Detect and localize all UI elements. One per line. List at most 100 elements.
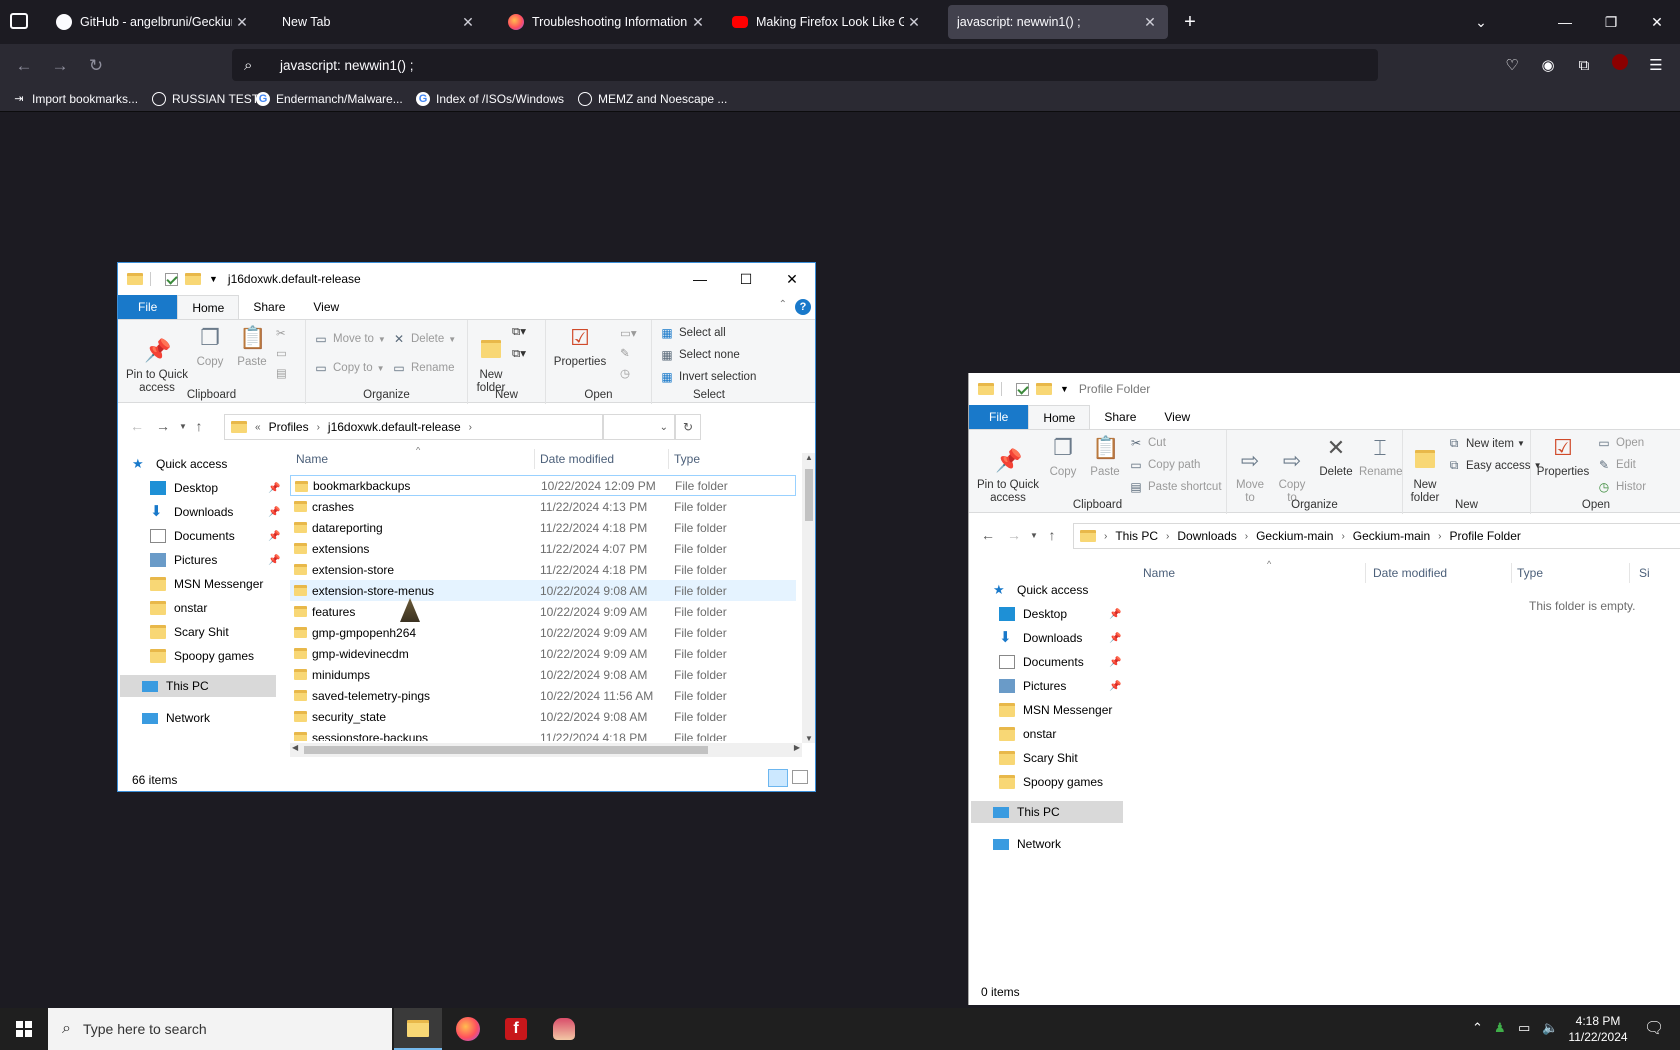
back-icon[interactable]: ← <box>979 527 997 543</box>
taskbar-search-box[interactable]: ⌕ Type here to search <box>48 1008 392 1050</box>
paste-shortcut-button[interactable]: ▤ Paste shortcut <box>1129 480 1221 494</box>
nav-pictures[interactable]: Pictures 📌 <box>999 675 1125 697</box>
bookmark-memz[interactable]: MEMZ and Noescape ... <box>578 90 727 108</box>
cut-button[interactable]: ✂ Cut <box>1129 436 1166 450</box>
new-folder-button[interactable]: New folder <box>474 324 508 395</box>
breadcrumb-profiles[interactable]: Profiles <box>269 420 309 434</box>
close-icon[interactable]: ✕ <box>232 14 252 31</box>
notifications-icon[interactable]: 🗨 <box>1644 1018 1664 1038</box>
cut-icon[interactable]: ✂ <box>276 326 286 340</box>
nav-desktop[interactable]: Desktop 📌 <box>999 603 1125 625</box>
nav-quick-access[interactable]: ★ Quick access <box>993 579 1088 601</box>
tab-github[interactable]: GitHub - angelbruni/Geckium: ✕ <box>46 5 260 39</box>
tab-share[interactable]: Share <box>1090 405 1150 429</box>
file-row[interactable]: bookmarkbackups 10/22/2024 12:09 PM File f… <box>290 475 796 496</box>
move-to-button[interactable]: ⇨ Move to <box>1231 434 1269 505</box>
volume-icon[interactable]: 🔈 <box>1542 1020 1558 1036</box>
rename-button[interactable]: ▭ Rename <box>392 361 454 375</box>
tab-troubleshooting[interactable]: Troubleshooting Information ✕ <box>498 5 716 39</box>
history-button[interactable]: ◷ Histor <box>1597 480 1646 494</box>
delete-button[interactable]: ✕ Delete ▼ <box>392 332 456 346</box>
nav-network[interactable]: Network <box>142 707 210 729</box>
list-all-tabs-icon[interactable]: ⌄ <box>1458 8 1504 36</box>
forward-icon[interactable]: → <box>1005 527 1023 543</box>
paste-button[interactable]: 📋 Paste <box>1087 434 1123 479</box>
expand-ribbon-icon[interactable]: ⌃ <box>779 299 787 310</box>
nav-documents[interactable]: Documents 📌 <box>150 525 288 547</box>
paste-shortcut-icon[interactable]: ▤ <box>276 366 287 380</box>
file-row[interactable]: saved-telemetry-pings 10/22/2024 11:56 AM… <box>290 685 796 706</box>
file-row[interactable]: datareporting 11/22/2024 4:18 PM File fold… <box>290 517 796 538</box>
tab-javascript[interactable]: javascript: newwin1() ; ✕ <box>948 5 1168 39</box>
address-dropdown-icon[interactable]: ⌄ <box>660 422 668 433</box>
nav-spoopy-games[interactable]: Spoopy games <box>999 771 1103 793</box>
nav-msn-messenger[interactable]: MSN Messenger <box>150 573 263 595</box>
close-icon[interactable]: ✕ <box>458 14 478 31</box>
breadcrumb-downloads[interactable]: Downloads <box>1177 529 1236 543</box>
easy-access-button[interactable]: ⧉ Easy access ▼ <box>1447 458 1542 473</box>
minimize-icon[interactable]: — <box>1542 8 1588 36</box>
open-button[interactable]: ▭ Open <box>1597 436 1644 450</box>
breadcrumb-geckium-main-inner[interactable]: Geckium-main <box>1353 529 1430 543</box>
column-type[interactable]: Type <box>674 452 700 466</box>
nav-downloads[interactable]: ⬇ Downloads 📌 <box>150 501 288 523</box>
large-icons-view-icon[interactable] <box>792 770 808 784</box>
nav-documents[interactable]: Documents 📌 <box>999 651 1125 673</box>
breadcrumb-geckium-main[interactable]: Geckium-main <box>1256 529 1333 543</box>
back-icon[interactable]: ← <box>128 418 146 434</box>
reload-icon[interactable]: ↻ <box>82 52 110 80</box>
file-row[interactable]: extension-store 11/22/2024 4:18 PM File fo… <box>290 559 796 580</box>
nav-this-pc[interactable]: This PC <box>120 675 276 697</box>
tab-home[interactable]: Home <box>177 295 240 319</box>
copy-path-button[interactable]: ▭ Copy path <box>1129 458 1200 472</box>
tab-list-icon[interactable] <box>10 13 28 29</box>
address-bar[interactable]: « Profiles › j16doxwk.default-release › … <box>224 414 675 440</box>
nav-quick-access[interactable]: ★ Quick access <box>132 453 227 475</box>
close-icon[interactable]: ✕ <box>904 14 924 31</box>
refresh-button[interactable]: ↻ <box>675 414 701 440</box>
move-to-button[interactable]: ▭ Move to ▼ <box>314 332 386 346</box>
file-row[interactable]: gmp-gmpopenh264 10/22/2024 9:09 AM File fo… <box>290 622 796 643</box>
edit-icon[interactable]: ✎ <box>620 346 630 360</box>
nav-pictures[interactable]: Pictures 📌 <box>150 549 288 571</box>
address-bar[interactable]: › This PC › Downloads › Geckium-main › G… <box>1073 523 1680 549</box>
firefox-taskbar-button[interactable] <box>444 1008 492 1050</box>
bookmark-russian-test[interactable]: RUSSIAN TEST <box>152 90 259 108</box>
pin-to-quick-access-button[interactable]: 📌 Pin to Quick access <box>124 324 190 395</box>
column-date[interactable]: Date modified <box>540 452 614 466</box>
bookmark-endermanch[interactable]: G Endermanch/Malware... <box>256 90 403 108</box>
tab-home[interactable]: Home <box>1028 405 1091 429</box>
copy-path-icon[interactable]: ▭ <box>276 346 287 360</box>
file-row[interactable]: gmp-widevinecdm 10/22/2024 9:09 AM File fo… <box>290 643 796 664</box>
recent-locations-icon[interactable]: ▼ <box>1025 531 1043 540</box>
column-name[interactable]: Name <box>1143 566 1175 580</box>
file-explorer-taskbar-button[interactable] <box>394 1008 442 1050</box>
history-icon[interactable]: ◷ <box>620 366 630 380</box>
flash-player-taskbar-button[interactable]: f <box>492 1008 540 1050</box>
file-row[interactable]: extensions 11/22/2024 4:07 PM File folder <box>290 538 796 559</box>
properties-checkbox-icon[interactable] <box>1016 382 1029 396</box>
close-icon[interactable]: ✕ <box>1140 14 1160 31</box>
nav-msn-messenger[interactable]: MSN Messenger <box>999 699 1112 721</box>
pin-to-quick-access-button[interactable]: 📌 Pin to Quick access <box>975 434 1041 505</box>
new-folder-icon[interactable] <box>185 273 201 285</box>
edit-button[interactable]: ✎ Edit <box>1597 458 1636 472</box>
copy-button[interactable]: ❐ Copy <box>1045 434 1081 479</box>
up-icon[interactable]: ↑ <box>190 418 208 434</box>
customize-dropdown-icon[interactable]: ▼ <box>1060 384 1069 394</box>
breadcrumb-this-pc[interactable]: This PC <box>1115 529 1158 543</box>
taskbar-clock[interactable]: 4:18 PM 11/22/2024 <box>1562 1013 1634 1045</box>
paste-button[interactable]: 📋 Paste <box>234 324 270 369</box>
column-name[interactable]: Name <box>296 452 328 466</box>
network-status-icon[interactable]: ▭ <box>1518 1020 1530 1036</box>
copy-to-button[interactable]: ⇨ Copy to <box>1273 434 1311 505</box>
nav-onstar[interactable]: onstar <box>999 723 1056 745</box>
tab-file[interactable]: File <box>969 405 1029 429</box>
tab-share[interactable]: Share <box>239 295 299 319</box>
close-window-icon[interactable]: ✕ <box>1634 8 1680 36</box>
invert-selection-button[interactable]: ▦ Invert selection <box>660 370 756 384</box>
file-row[interactable]: features 10/22/2024 9:09 AM File folder <box>290 601 796 622</box>
file-row[interactable]: security_state 10/22/2024 9:08 AM File fol… <box>290 706 796 727</box>
new-item-icon[interactable]: ⧉▾ <box>512 324 526 339</box>
new-tab-button[interactable]: + <box>1176 8 1204 36</box>
